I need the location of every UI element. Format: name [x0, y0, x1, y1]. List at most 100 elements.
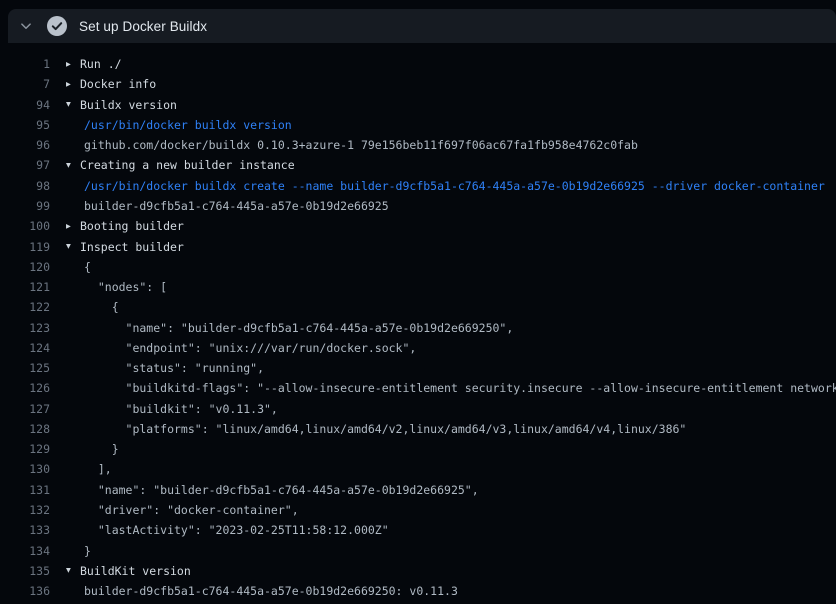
log-line: 121 "nodes": [ [0, 277, 836, 297]
log-output-line: { [66, 300, 119, 314]
log-text: "lastActivity": "2023-02-25T11:58:12.000… [66, 523, 389, 537]
group-label: Run ./ [80, 57, 122, 71]
log-group-header[interactable]: ▶Docker info [66, 77, 156, 91]
log-text: "nodes": [ [66, 280, 167, 294]
log-text: /usr/bin/docker buildx version [66, 118, 292, 132]
log-line: 129 } [0, 439, 836, 459]
chevron-down-icon[interactable] [18, 18, 34, 34]
step-header[interactable]: Set up Docker Buildx [8, 9, 836, 43]
line-number[interactable]: 119 [0, 240, 50, 254]
group-label: Inspect builder [80, 240, 184, 254]
line-number[interactable]: 1 [0, 57, 50, 71]
line-number[interactable]: 100 [0, 219, 50, 233]
group-expand-icon[interactable]: ▶ [66, 79, 80, 88]
log-line: 134} [0, 540, 836, 560]
log-line: 100 ▶Booting builder [0, 216, 836, 236]
log-group-header[interactable]: ▼BuildKit version [66, 564, 191, 578]
line-number[interactable]: 127 [0, 402, 50, 416]
log-line: 94 ▼Buildx version [0, 95, 836, 115]
log-output-line: "driver": "docker-container", [66, 503, 299, 517]
log-command-line: /usr/bin/docker buildx create --name bui… [66, 179, 825, 193]
log-group-header[interactable]: ▶Run ./ [66, 57, 122, 71]
line-number[interactable]: 120 [0, 260, 50, 274]
group-expand-icon[interactable]: ▶ [66, 59, 80, 68]
line-number[interactable]: 126 [0, 381, 50, 395]
group-label: Creating a new builder instance [80, 158, 295, 172]
log-text: "buildkit": "v0.11.3", [66, 402, 278, 416]
log-output-line: "lastActivity": "2023-02-25T11:58:12.000… [66, 523, 389, 537]
line-number[interactable]: 121 [0, 280, 50, 294]
line-number[interactable]: 124 [0, 341, 50, 355]
group-collapse-icon[interactable]: ▼ [66, 566, 80, 575]
log-output: 1▶Run ./7▶Docker info94▼Buildx version95… [0, 54, 836, 601]
group-collapse-icon[interactable]: ▼ [66, 160, 80, 169]
log-line: 135 ▼BuildKit version [0, 561, 836, 581]
log-text: "status": "running", [66, 361, 264, 375]
line-number[interactable]: 95 [0, 118, 50, 132]
log-output-line: "name": "builder-d9cfb5a1-c764-445a-a57e… [66, 321, 513, 335]
log-line: 120 { [0, 257, 836, 277]
group-collapse-icon[interactable]: ▼ [66, 100, 80, 109]
log-output-line: "status": "running", [66, 361, 264, 375]
log-text: } [66, 442, 119, 456]
log-line: 131 "name": "builder-d9cfb5a1-c764-445a-… [0, 480, 836, 500]
log-line: 132 "driver": "docker-container", [0, 500, 836, 520]
log-output-line: ], [66, 462, 112, 476]
line-number[interactable]: 129 [0, 442, 50, 456]
line-number[interactable]: 136 [0, 584, 50, 598]
log-line: 98/usr/bin/docker buildx create --name b… [0, 176, 836, 196]
log-line: 96 github.com/docker/buildx 0.10.3+azure-… [0, 135, 836, 155]
log-text: builder-d9cfb5a1-c764-445a-a57e-0b19d2e6… [66, 584, 458, 598]
line-number[interactable]: 94 [0, 98, 50, 112]
line-number[interactable]: 130 [0, 462, 50, 476]
line-number[interactable]: 98 [0, 179, 50, 193]
line-number[interactable]: 128 [0, 422, 50, 436]
line-number[interactable]: 132 [0, 503, 50, 517]
log-text: { [66, 260, 91, 274]
line-number[interactable]: 131 [0, 483, 50, 497]
line-number[interactable]: 122 [0, 300, 50, 314]
group-label: Buildx version [80, 98, 177, 112]
log-line: 136 builder-d9cfb5a1-c764-445a-a57e-0b19d… [0, 581, 836, 601]
line-number[interactable]: 123 [0, 321, 50, 335]
group-label: Booting builder [80, 219, 184, 233]
log-line: 123 "name": "builder-d9cfb5a1-c764-445a-… [0, 317, 836, 337]
step-title: Set up Docker Buildx [79, 19, 207, 34]
log-text: "name": "builder-d9cfb5a1-c764-445a-a57e… [66, 321, 513, 335]
line-number[interactable]: 96 [0, 138, 50, 152]
log-line: 130 ], [0, 459, 836, 479]
log-line: 95/usr/bin/docker buildx version [0, 115, 836, 135]
log-line: 99 builder-d9cfb5a1-c764-445a-a57e-0b19d2… [0, 196, 836, 216]
line-number[interactable]: 125 [0, 361, 50, 375]
log-line: 97 ▼Creating a new builder instance [0, 155, 836, 175]
line-number[interactable]: 99 [0, 199, 50, 213]
line-number[interactable]: 133 [0, 523, 50, 537]
log-group-header[interactable]: ▼Inspect builder [66, 240, 184, 254]
log-text: "driver": "docker-container", [66, 503, 299, 517]
log-output-line: github.com/docker/buildx 0.10.3+azure-1 … [66, 138, 638, 152]
log-text: "platforms": "linux/amd64,linux/amd64/v2… [66, 422, 686, 436]
log-line: 125 "status": "running", [0, 358, 836, 378]
group-expand-icon[interactable]: ▶ [66, 221, 80, 230]
log-output-line: "name": "builder-d9cfb5a1-c764-445a-a57e… [66, 483, 479, 497]
group-collapse-icon[interactable]: ▼ [66, 242, 80, 251]
actions-log-viewer: Set up Docker Buildx 1▶Run ./7▶Docker in… [0, 0, 836, 604]
log-output-line: "platforms": "linux/amd64,linux/amd64/v2… [66, 422, 686, 436]
line-number[interactable]: 134 [0, 544, 50, 558]
log-output-line: { [66, 260, 91, 274]
log-output-line: } [66, 442, 119, 456]
log-text: { [66, 300, 119, 314]
log-group-header[interactable]: ▶Booting builder [66, 219, 184, 233]
line-number[interactable]: 135 [0, 564, 50, 578]
log-output-line: builder-d9cfb5a1-c764-445a-a57e-0b19d2e6… [66, 199, 389, 213]
log-text: "name": "builder-d9cfb5a1-c764-445a-a57e… [66, 483, 479, 497]
line-number[interactable]: 97 [0, 158, 50, 172]
log-output-line: } [66, 544, 91, 558]
log-text: github.com/docker/buildx 0.10.3+azure-1 … [66, 138, 638, 152]
log-line: 133 "lastActivity": "2023-02-25T11:58:12… [0, 520, 836, 540]
log-output-line: "endpoint": "unix:///var/run/docker.sock… [66, 341, 416, 355]
log-group-header[interactable]: ▼Creating a new builder instance [66, 158, 295, 172]
log-text: } [66, 544, 91, 558]
log-group-header[interactable]: ▼Buildx version [66, 98, 177, 112]
line-number[interactable]: 7 [0, 77, 50, 91]
